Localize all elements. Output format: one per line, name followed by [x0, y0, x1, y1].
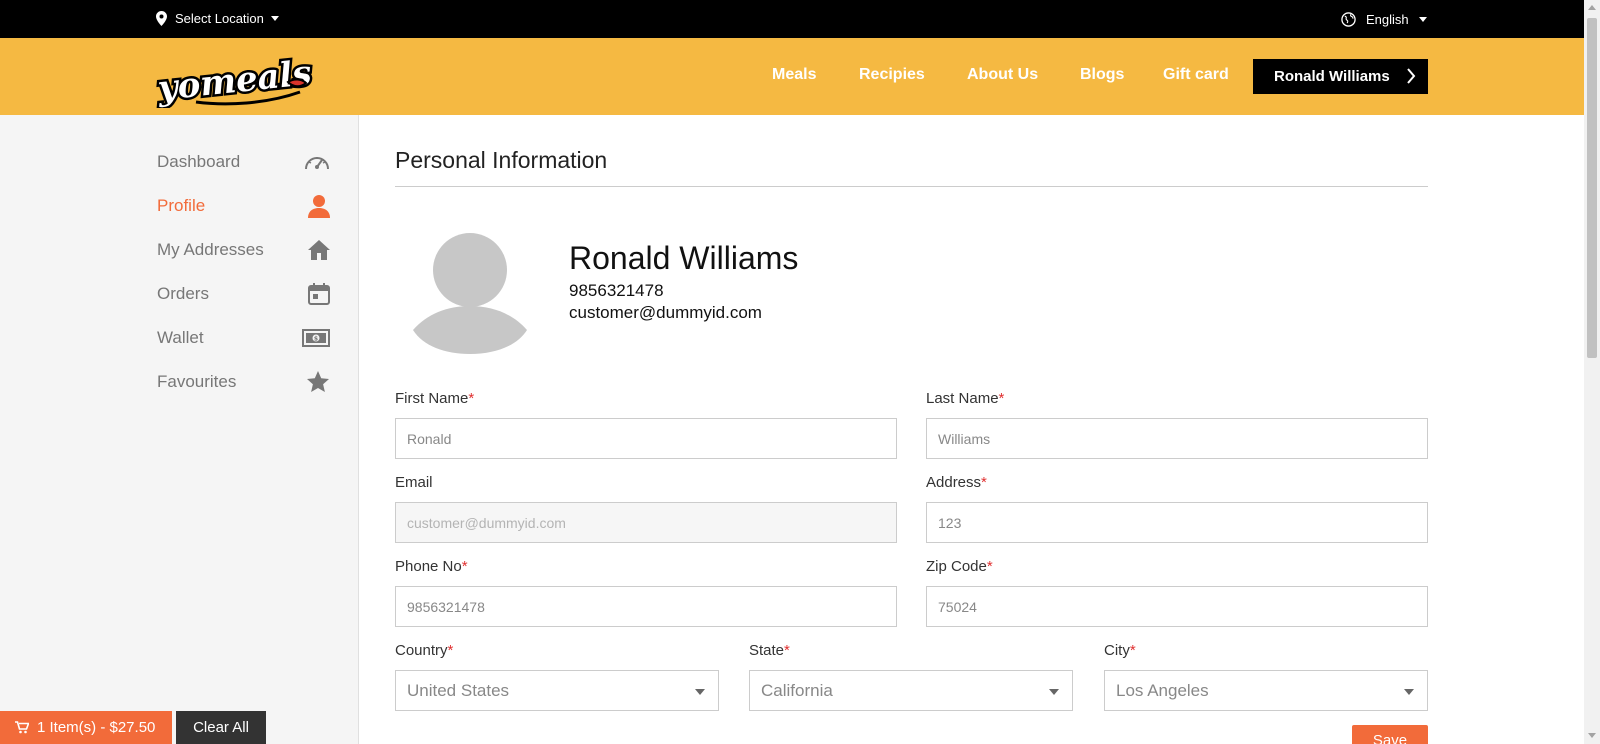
sidebar-item-label: My Addresses	[157, 240, 264, 259]
profile-phone: 9856321478	[569, 281, 664, 300]
sidebar-item-orders[interactable]: Orders	[157, 279, 330, 309]
save-button[interactable]: Save	[1352, 725, 1428, 744]
first-name-label: First Name*	[395, 390, 475, 407]
country-select[interactable]: United States	[395, 670, 719, 711]
nav-blogs[interactable]: Blogs	[1080, 66, 1124, 84]
email-field: customer@dummyid.com	[395, 502, 897, 543]
chevron-down-icon	[695, 689, 705, 695]
person-icon	[308, 195, 330, 218]
phone-field[interactable]: 9856321478	[395, 586, 897, 627]
cart-summary-label: 1 Item(s) - $27.50	[37, 719, 156, 736]
sidebar-item-my-addresses[interactable]: My Addresses	[157, 235, 330, 265]
sidebar-item-label: Profile	[157, 196, 206, 215]
city-select[interactable]: Los Angeles	[1104, 670, 1428, 711]
star-icon	[307, 371, 329, 392]
location-pin-icon	[156, 11, 167, 26]
home-icon	[308, 240, 330, 260]
zip-code-label: Zip Code*	[926, 558, 993, 575]
nav-gift-card[interactable]: Gift card	[1163, 66, 1229, 84]
email-label: Email	[395, 474, 433, 491]
last-name-field[interactable]: Williams	[926, 418, 1428, 459]
address-label: Address*	[926, 474, 987, 491]
scroll-thumb[interactable]	[1587, 18, 1597, 358]
calendar-icon	[308, 283, 330, 305]
scroll-up-icon[interactable]	[1588, 5, 1596, 10]
country-value: United States	[407, 680, 510, 700]
sidebar-item-label: Orders	[157, 284, 209, 303]
chevron-down-icon	[1418, 17, 1427, 22]
sidebar: Dashboard Profile My Addresses Orders Wa…	[0, 115, 359, 744]
phone-label: Phone No*	[395, 558, 468, 575]
nav-recipies[interactable]: Recipies	[859, 66, 925, 84]
yomeals-logo[interactable]: yomeals	[156, 46, 316, 108]
money-icon: $	[302, 329, 330, 347]
sidebar-item-label: Wallet	[157, 328, 204, 347]
language-selector[interactable]: English	[1341, 12, 1427, 27]
cart-icon	[15, 721, 29, 734]
nav-meals[interactable]: Meals	[772, 66, 816, 84]
svg-text:$: $	[314, 336, 318, 343]
language-label: English	[1366, 12, 1409, 27]
country-label: Country*	[395, 642, 454, 659]
sidebar-item-label: Dashboard	[157, 152, 241, 171]
sidebar-item-wallet[interactable]: Wallet $	[157, 323, 330, 353]
address-field[interactable]: 123	[926, 502, 1428, 543]
avatar-placeholder-icon[interactable]	[413, 230, 527, 354]
chevron-right-icon	[1407, 68, 1416, 84]
sidebar-item-dashboard[interactable]: Dashboard	[157, 147, 330, 177]
city-value: Los Angeles	[1116, 680, 1209, 700]
speedometer-icon	[305, 157, 329, 170]
user-account-button[interactable]: Ronald Williams	[1253, 59, 1428, 94]
sidebar-item-favourites[interactable]: Favourites	[157, 367, 330, 397]
globe-icon	[1341, 12, 1356, 27]
profile-name: Ronald Williams	[569, 240, 799, 276]
location-label: Select Location	[175, 11, 264, 26]
title-divider	[395, 186, 1428, 187]
clear-all-button[interactable]: Clear All	[176, 711, 266, 744]
page-title: Personal Information	[395, 147, 608, 173]
location-selector[interactable]: Select Location	[156, 11, 279, 26]
cart-summary-button[interactable]: 1 Item(s) - $27.50	[0, 711, 172, 744]
user-name-label: Ronald Williams	[1274, 68, 1390, 85]
city-label: City*	[1104, 642, 1136, 659]
chevron-down-icon	[1049, 689, 1059, 695]
top-bar: Select Location English	[0, 0, 1584, 38]
zip-code-field[interactable]: 75024	[926, 586, 1428, 627]
page-scrollbar[interactable]	[1584, 0, 1600, 744]
nav-about-us[interactable]: About Us	[967, 66, 1038, 84]
profile-email: customer@dummyid.com	[569, 303, 762, 322]
first-name-field[interactable]: Ronald	[395, 418, 897, 459]
chevron-down-icon	[1404, 689, 1414, 695]
state-value: California	[761, 680, 833, 700]
chevron-down-icon	[270, 16, 279, 21]
sidebar-item-profile[interactable]: Profile	[157, 191, 330, 221]
state-label: State*	[749, 642, 790, 659]
state-select[interactable]: California	[749, 670, 1073, 711]
sidebar-item-label: Favourites	[157, 372, 237, 391]
main-header: yomeals Meals Recipies About Us Blogs Gi…	[0, 38, 1584, 115]
scroll-down-icon[interactable]	[1588, 733, 1596, 738]
last-name-label: Last Name*	[926, 390, 1005, 407]
